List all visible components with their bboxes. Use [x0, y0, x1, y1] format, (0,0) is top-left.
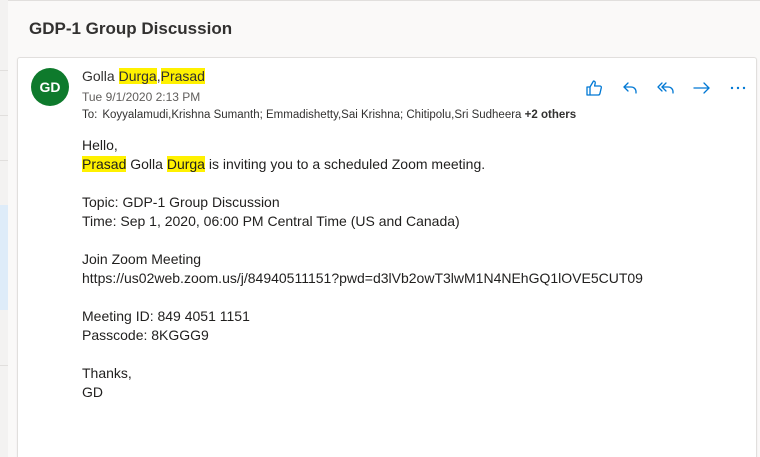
sender-name[interactable]: Golla Durga,Prasad [82, 68, 205, 84]
reply-icon [623, 82, 637, 94]
recipients-line: To: Koyyalamudi,Krishna Sumanth; Emmadish… [82, 109, 576, 121]
reply-all-icon [657, 82, 674, 94]
sender-first-name: Golla [82, 68, 119, 84]
meeting-topic: Topic: GDP-1 Group Discussion [82, 194, 280, 210]
divider [0, 160, 8, 161]
selected-message-indicator[interactable] [0, 205, 8, 310]
more-recipients-link[interactable]: +2 others [525, 109, 576, 121]
join-link[interactable]: https://us02web.zoom.us/j/84940511151?pw… [82, 269, 742, 288]
message-body: Hello, Prasad Golla Durga is inviting yo… [82, 136, 742, 402]
divider [0, 70, 8, 71]
passcode: Passcode: 8KGGG9 [82, 327, 209, 343]
forward-button[interactable] [684, 78, 720, 98]
message-actions [576, 78, 756, 98]
avatar[interactable]: GD [31, 68, 69, 106]
reading-pane: GDP-1 Group Discussion GD Golla Durga,Pr… [0, 0, 760, 457]
more-actions-button[interactable] [720, 78, 756, 98]
highlight-prasad: Prasad [82, 156, 127, 172]
divider [0, 365, 8, 366]
invite-text: is inviting you to a scheduled Zoom meet… [204, 156, 486, 172]
reply-button[interactable] [612, 78, 648, 98]
more-icon [730, 86, 746, 90]
email-subject: GDP-1 Group Discussion [29, 19, 233, 38]
meeting-id: Meeting ID: 849 4051 1151 [82, 308, 250, 324]
highlight-durga: Durga [166, 156, 205, 172]
message-card: GD Golla Durga,Prasad Tue 9/1/2020 2:13 … [17, 57, 757, 457]
greeting: Hello, [82, 137, 118, 153]
like-button[interactable] [576, 78, 612, 98]
divider [8, 0, 760, 1]
sender-highlight-prasad: Prasad [160, 68, 205, 84]
invite-line: Prasad Golla Durga is inviting you to a … [82, 155, 742, 174]
meeting-time: Time: Sep 1, 2020, 06:00 PM Central Time… [82, 213, 460, 229]
divider [0, 115, 8, 116]
join-label: Join Zoom Meeting [82, 251, 202, 267]
reply-all-button[interactable] [648, 78, 684, 98]
message-list-edge [0, 0, 8, 457]
sent-date: Tue 9/1/2020 2:13 PM [82, 90, 201, 104]
like-icon [586, 80, 602, 96]
invite-text: Golla [126, 156, 167, 172]
sender-highlight-durga: Durga [118, 68, 157, 84]
recipients-list[interactable]: Koyyalamudi,Krishna Sumanth; Emmadishett… [102, 109, 521, 121]
signature: GD [82, 384, 103, 400]
forward-icon [693, 82, 710, 94]
sign-off: Thanks, [82, 365, 132, 381]
to-label: To: [82, 109, 98, 121]
